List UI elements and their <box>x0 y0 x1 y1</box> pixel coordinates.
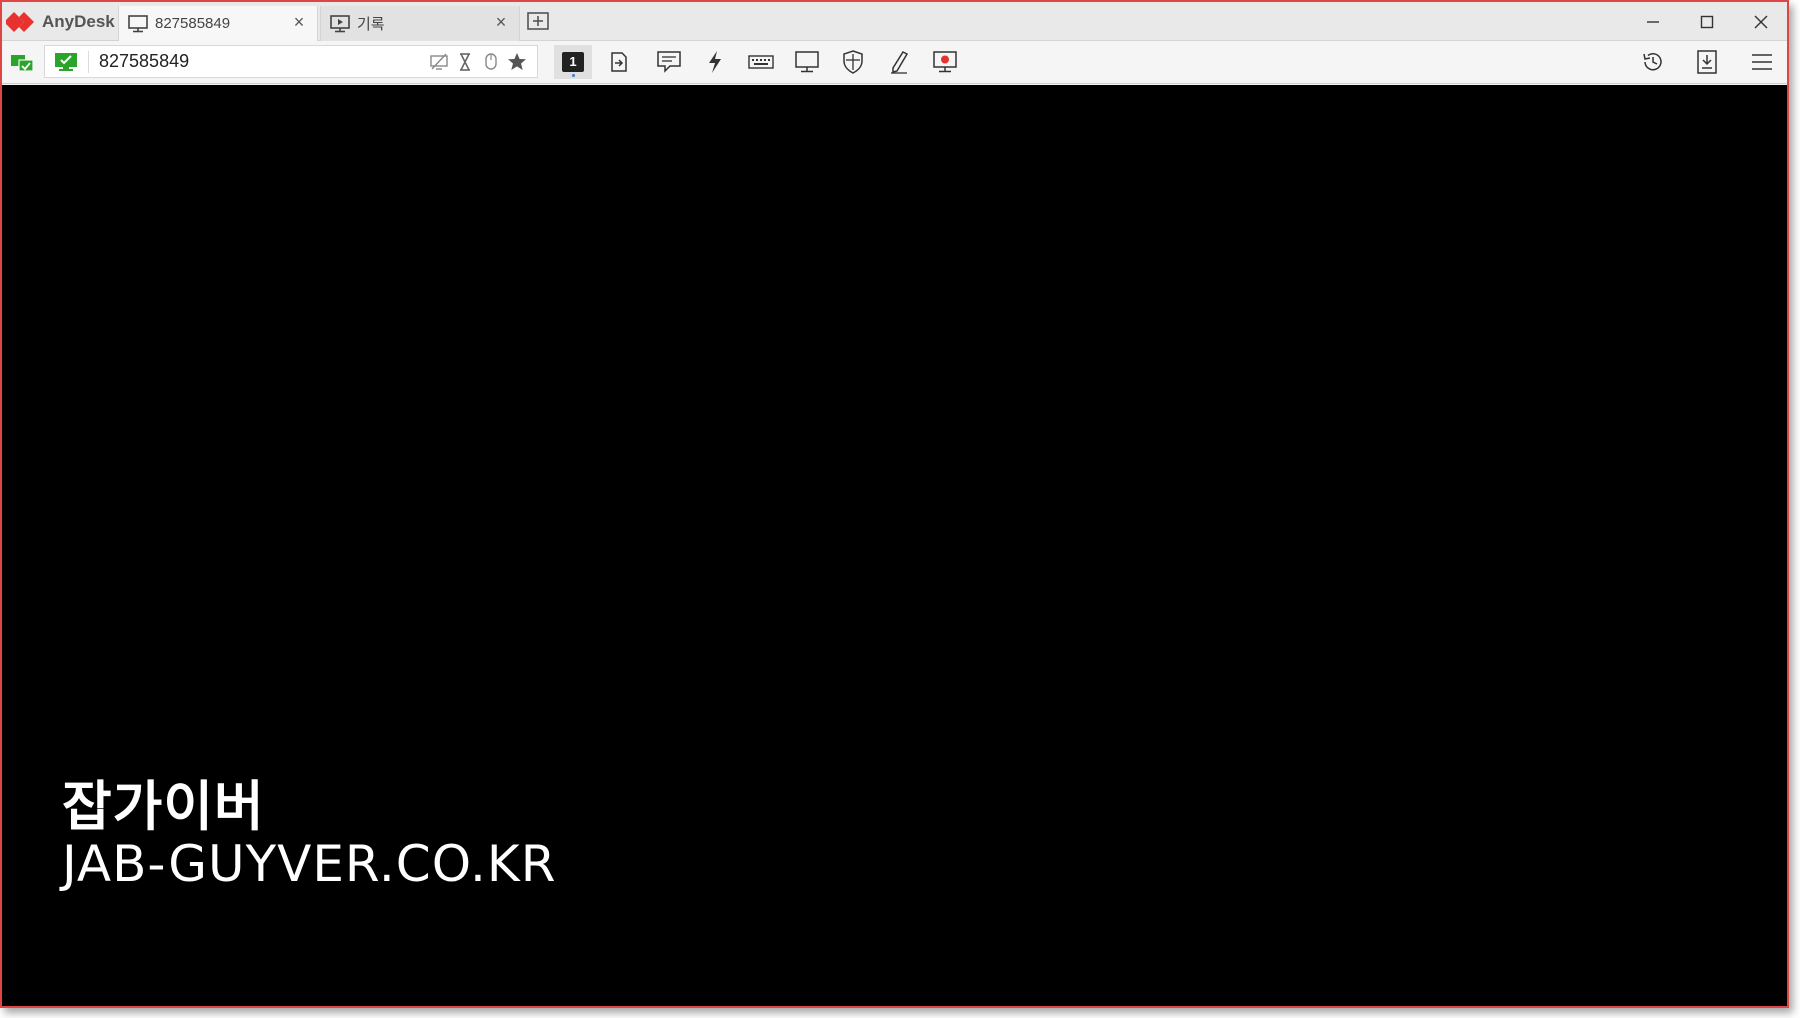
display-number: 1 <box>562 52 584 72</box>
keyboard-button[interactable] <box>742 45 780 79</box>
file-transfer-button[interactable] <box>600 45 638 79</box>
menu-icon <box>1752 54 1772 70</box>
maximize-button[interactable] <box>1680 2 1734 41</box>
connection-status-icon[interactable] <box>10 52 34 74</box>
active-indicator <box>572 74 575 77</box>
app-brand[interactable]: AnyDesk <box>6 8 115 36</box>
play-screen-icon <box>329 14 351 33</box>
chat-button[interactable] <box>650 45 688 79</box>
permissions-shield-icon <box>843 50 863 74</box>
minimize-icon <box>1647 20 1659 23</box>
monitor-settings-icon <box>795 51 819 73</box>
title-bar: AnyDesk 827585849 × 기록 × <box>2 2 1787 41</box>
record-session-button[interactable] <box>926 45 964 79</box>
monitor-icon <box>127 14 149 33</box>
address-value[interactable]: 827585849 <box>99 51 189 72</box>
main-menu-button[interactable] <box>1743 45 1781 79</box>
close-icon <box>1754 15 1768 28</box>
tab-history[interactable]: 기록 × <box>320 6 520 41</box>
favorite-star-icon[interactable] <box>507 52 527 72</box>
session-toolbar: 827585849 1 <box>2 41 1787 84</box>
address-bar[interactable]: 827585849 <box>44 45 538 78</box>
transfer-icon <box>611 52 627 72</box>
chat-icon <box>657 51 681 73</box>
app-name: AnyDesk <box>42 12 115 31</box>
download-button[interactable] <box>1688 45 1726 79</box>
close-tab-icon[interactable]: × <box>493 13 509 31</box>
privacy-screen-icon[interactable] <box>429 52 449 72</box>
tab-session[interactable]: 827585849 × <box>118 6 318 41</box>
history-button[interactable] <box>1634 45 1672 79</box>
anydesk-logo-icon <box>6 10 36 34</box>
permissions-button[interactable] <box>834 45 872 79</box>
tab-session-label: 827585849 <box>155 15 231 32</box>
connected-monitor-icon <box>54 52 78 72</box>
watermark-domain: JAB-GUYVER.CO.KR <box>62 835 557 893</box>
keyboard-icon <box>748 55 774 69</box>
watermark-korean: 잡가이버 <box>62 775 265 838</box>
display-select-button[interactable]: 1 <box>554 45 592 79</box>
actions-button[interactable] <box>696 45 734 79</box>
whiteboard-button[interactable] <box>880 45 918 79</box>
new-tab-icon[interactable] <box>526 11 550 33</box>
history-icon <box>1643 53 1662 71</box>
hourglass-icon[interactable] <box>455 52 475 72</box>
tab-history-label: 기록 <box>357 16 385 33</box>
record-session-icon <box>933 51 957 73</box>
mouse-icon[interactable] <box>481 52 501 72</box>
close-tab-icon[interactable]: × <box>291 13 307 31</box>
lightning-icon <box>709 51 721 73</box>
minimize-button[interactable] <box>1626 2 1680 41</box>
whiteboard-pen-icon <box>891 51 909 74</box>
download-icon <box>1697 50 1717 74</box>
display-settings-button[interactable] <box>788 45 826 79</box>
address-divider <box>88 50 89 73</box>
maximize-icon <box>1700 15 1714 28</box>
close-window-button[interactable] <box>1734 2 1787 41</box>
address-status-icons <box>429 52 527 72</box>
